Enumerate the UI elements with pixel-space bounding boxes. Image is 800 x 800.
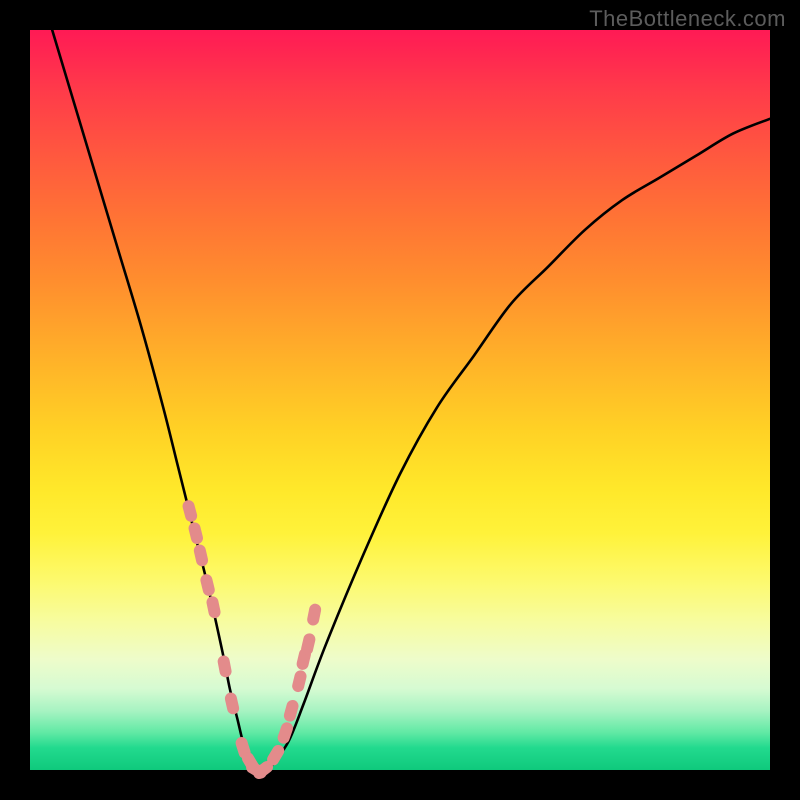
chart-stage: TheBottleneck.com <box>0 0 800 800</box>
watermark-label: TheBottleneck.com <box>589 6 786 32</box>
marker-pill <box>205 595 221 619</box>
marker-pill <box>181 499 198 523</box>
bottleneck-curve <box>52 30 770 771</box>
marker-pill <box>199 573 216 597</box>
marker-pill <box>193 543 210 567</box>
marker-pill <box>306 603 322 627</box>
marker-pill <box>187 521 204 545</box>
marker-pill <box>291 669 308 693</box>
curve-svg <box>30 30 770 770</box>
marker-pill <box>224 691 241 715</box>
marker-pill <box>217 654 233 678</box>
marker-pill <box>300 632 317 656</box>
marker-group <box>181 499 322 782</box>
plot-area <box>30 30 770 770</box>
